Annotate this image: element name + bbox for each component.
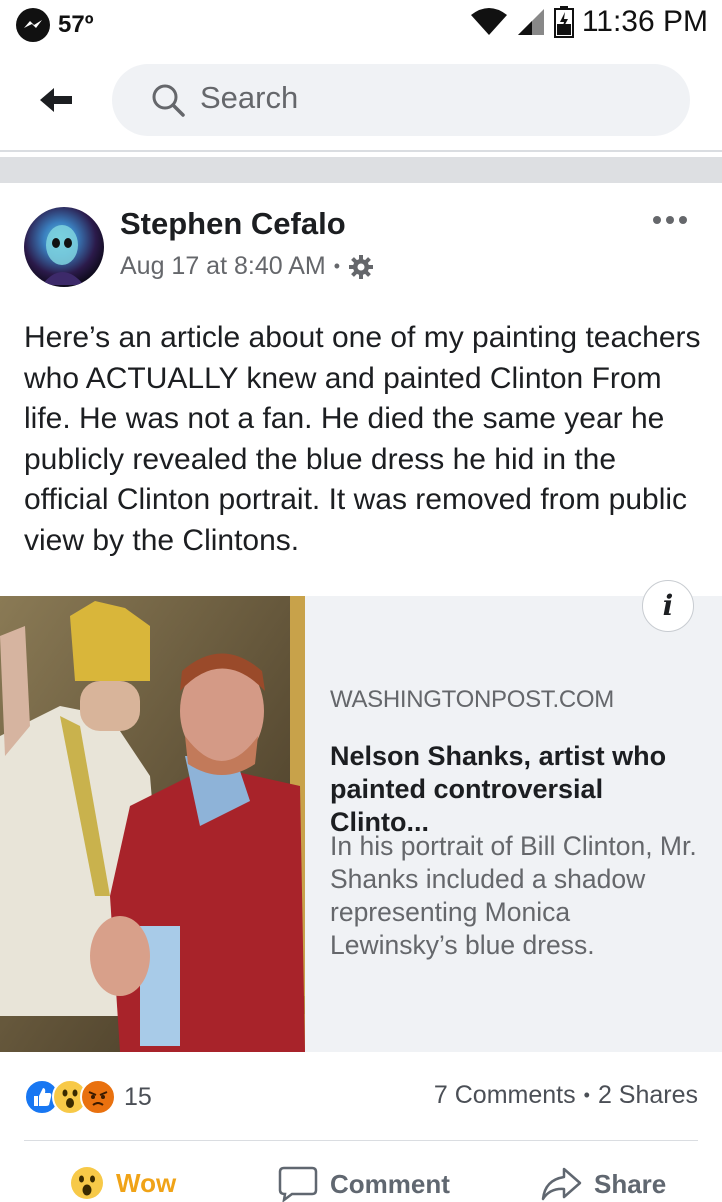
status-left: 57º xyxy=(16,8,93,42)
count-separator: • xyxy=(583,1085,590,1105)
status-time: 11:36 PM xyxy=(581,5,708,38)
gear-icon xyxy=(349,254,374,279)
search-icon xyxy=(150,82,186,118)
article-thumbnail[interactable] xyxy=(0,596,305,1052)
share-label: Share xyxy=(594,1168,667,1199)
share-icon xyxy=(541,1167,582,1201)
comment-count[interactable]: 7 Comments xyxy=(434,1081,576,1110)
comment-button[interactable]: Comment xyxy=(278,1166,450,1202)
search-input[interactable]: Search xyxy=(112,64,690,136)
share-button[interactable]: Share xyxy=(540,1166,666,1202)
share-count[interactable]: 2 Shares xyxy=(598,1081,698,1110)
info-button[interactable]: i xyxy=(642,580,694,632)
author-name[interactable]: Stephen Cefalo xyxy=(120,206,346,242)
messenger-icon xyxy=(16,8,50,42)
status-temperature: 57º xyxy=(58,11,94,38)
author-avatar[interactable] xyxy=(24,207,104,287)
search-placeholder: Search xyxy=(200,80,299,115)
back-arrow-icon[interactable] xyxy=(36,80,76,120)
post-text: Here’s an article about one of my painti… xyxy=(24,321,701,557)
info-icon: i xyxy=(662,589,674,622)
wow-reaction-icon xyxy=(71,1167,103,1199)
angry-icon xyxy=(80,1079,116,1115)
link-headline[interactable]: Nelson Shanks, artist who painted contro… xyxy=(330,740,705,839)
comment-share-counts: 7 Comments • 2 Shares xyxy=(434,1081,698,1110)
reaction-count: 15 xyxy=(124,1082,152,1111)
actions-divider xyxy=(24,1140,698,1141)
signal-icon xyxy=(517,9,544,35)
battery-icon xyxy=(553,6,574,38)
header-divider xyxy=(0,150,722,152)
wow-label: Wow xyxy=(116,1167,177,1198)
post-meta: Aug 17 at 8:40 AM • xyxy=(120,252,374,281)
link-domain: WASHINGTONPOST.COM xyxy=(330,686,614,713)
link-description: In his portrait of Bill Clinton, Mr. Sha… xyxy=(330,831,697,960)
feed-gap xyxy=(0,157,722,183)
post-timestamp[interactable]: Aug 17 at 8:40 AM xyxy=(120,252,326,281)
wifi-icon xyxy=(470,8,507,35)
status-right: 11:36 PM xyxy=(470,5,708,39)
comment-icon xyxy=(278,1166,318,1202)
meta-separator: • xyxy=(333,256,341,276)
wow-button[interactable]: Wow xyxy=(70,1166,176,1200)
reaction-summary[interactable]: 15 xyxy=(24,1079,152,1115)
more-options-icon[interactable] xyxy=(650,210,690,230)
comment-label: Comment xyxy=(330,1168,450,1199)
status-bar: 57º 11:36 PM xyxy=(0,0,722,50)
